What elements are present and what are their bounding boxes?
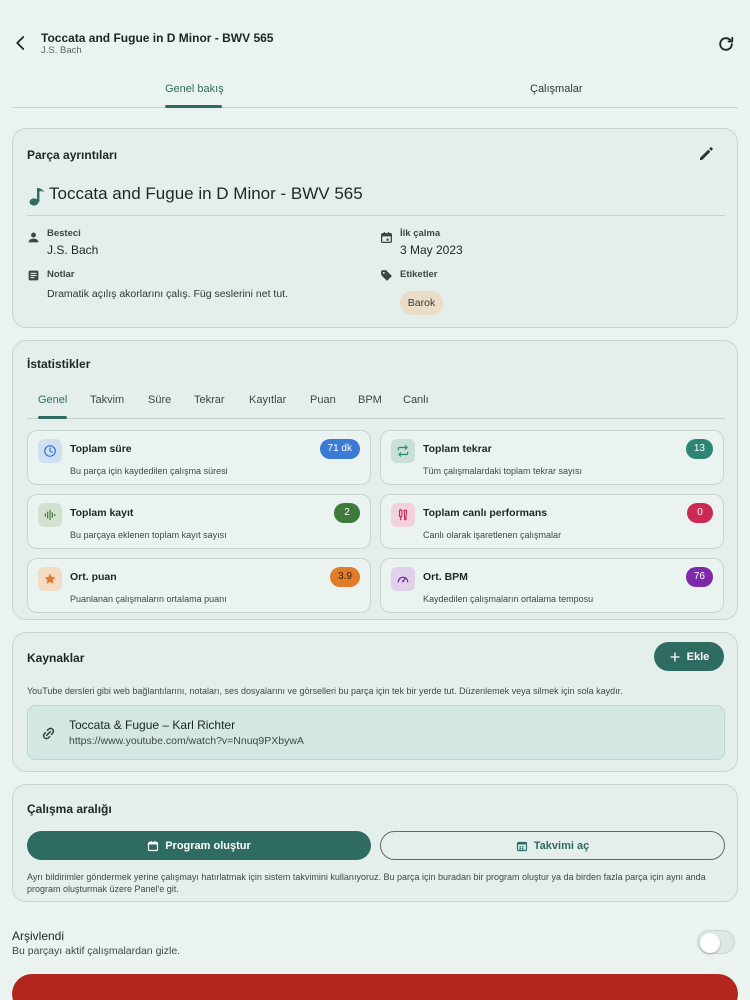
stat-total-repeat[interactable]: Toplam tekrar Tüm çalışmalardaki toplam … bbox=[380, 430, 724, 485]
refresh-icon[interactable] bbox=[716, 34, 736, 54]
resources-description: YouTube dersleri gibi web bağlantılarını… bbox=[27, 686, 623, 696]
music-note-icon bbox=[27, 185, 47, 207]
plus-icon bbox=[669, 651, 681, 663]
stat-desc: Tüm çalışmalardaki toplam tekrar sayısı bbox=[423, 466, 583, 476]
stat-title: Ort. BPM bbox=[423, 571, 468, 583]
stat-badge: 71 dk bbox=[319, 439, 360, 459]
link-icon bbox=[40, 725, 57, 742]
person-icon bbox=[27, 231, 40, 244]
stat-badge: 0 bbox=[687, 503, 713, 523]
tag-icon bbox=[380, 269, 393, 282]
stat-desc: Bu parça için kaydedilen çalışma süresi bbox=[70, 466, 228, 476]
archive-description: Bu parçayı aktif çalışmalardan gizle. bbox=[12, 945, 181, 957]
stats-tabs: Genel Takvim Süre Tekrar Kayıtlar Puan B… bbox=[27, 393, 725, 419]
toggle-knob bbox=[700, 932, 720, 953]
stat-total-recordings[interactable]: Toplam kayıt Bu parçaya eklenen toplam k… bbox=[27, 494, 371, 549]
composer-value: J.S. Bach bbox=[47, 243, 99, 257]
clock-icon bbox=[38, 439, 62, 463]
add-resource-label: Ekle bbox=[686, 650, 710, 663]
speedometer-icon bbox=[391, 567, 415, 591]
page-title: Toccata and Fugue in D Minor - BWV 565 bbox=[41, 31, 274, 45]
divider bbox=[27, 215, 725, 216]
star-icon bbox=[38, 567, 62, 591]
open-calendar-button[interactable]: Takvimi aç bbox=[380, 831, 725, 860]
stats-tab-rating[interactable]: Puan bbox=[310, 394, 336, 406]
notes-value: Dramatik açılış akorlarını çalış. Füg se… bbox=[47, 288, 289, 300]
stats-tab-repeat[interactable]: Tekrar bbox=[194, 394, 225, 406]
piece-title: Toccata and Fugue in D Minor - BWV 565 bbox=[49, 184, 363, 203]
archive-toggle[interactable] bbox=[697, 930, 735, 954]
details-card: Parça ayrıntıları Toccata and Fugue in D… bbox=[12, 128, 738, 328]
stats-tab-bpm[interactable]: BPM bbox=[358, 394, 382, 406]
stats-tab-calendar[interactable]: Takvim bbox=[90, 394, 124, 406]
stat-badge: 76 bbox=[685, 567, 713, 587]
tab-sessions[interactable]: Çalışmalar bbox=[530, 83, 583, 95]
audio-wave-icon bbox=[38, 503, 62, 527]
tag-chip[interactable]: Barok bbox=[400, 291, 443, 315]
practice-card: Çalışma aralığı Program oluştur Takvimi … bbox=[12, 784, 738, 902]
first-play-value: 3 May 2023 bbox=[400, 243, 463, 257]
stat-badge: 13 bbox=[685, 439, 713, 459]
resources-card: Kaynaklar Ekle YouTube dersleri gibi web… bbox=[12, 632, 738, 772]
stat-total-live[interactable]: Toplam canlı performans Canlı olarak işa… bbox=[380, 494, 724, 549]
stat-total-duration[interactable]: Toplam süre Bu parça için kaydedilen çal… bbox=[27, 430, 371, 485]
composer-label: Besteci bbox=[47, 228, 81, 239]
back-icon[interactable] bbox=[12, 34, 30, 52]
stat-avg-rating[interactable]: Ort. puan Puanlanan çalışmaların ortalam… bbox=[27, 558, 371, 613]
page-subtitle: J.S. Bach bbox=[41, 45, 82, 56]
tab-overview[interactable]: Genel bakış bbox=[165, 83, 224, 95]
tab-indicator bbox=[165, 105, 222, 108]
stat-desc: Canlı olarak işaretlenen çalışmalar bbox=[423, 530, 562, 540]
stat-desc: Bu parçaya eklenen toplam kayıt sayısı bbox=[70, 530, 227, 540]
delete-button[interactable] bbox=[12, 974, 738, 1000]
stats-tab-live[interactable]: Canlı bbox=[403, 394, 429, 406]
practice-description: Ayrı bildirimler göndermek yerine çalışm… bbox=[27, 872, 706, 894]
repeat-icon bbox=[391, 439, 415, 463]
tags-label: Etiketler bbox=[400, 269, 438, 280]
practice-heading: Çalışma aralığı bbox=[27, 802, 112, 816]
calendar-month-icon bbox=[516, 840, 528, 852]
edit-icon[interactable] bbox=[697, 145, 715, 163]
stat-title: Toplam canlı performans bbox=[423, 507, 548, 519]
stat-badge: 2 bbox=[334, 503, 360, 523]
main-tabs: Genel bakış Çalışmalar bbox=[12, 80, 738, 108]
create-schedule-label: Program oluştur bbox=[165, 839, 251, 852]
stat-desc: Kaydedilen çalışmaların ortalama temposu bbox=[423, 594, 594, 604]
archive-label: Arşivlendi bbox=[12, 929, 65, 943]
resource-item[interactable]: Toccata & Fugue – Karl Richter https://w… bbox=[27, 705, 725, 760]
add-resource-button[interactable]: Ekle bbox=[654, 642, 724, 671]
open-calendar-label: Takvimi aç bbox=[533, 839, 590, 852]
notes-label: Notlar bbox=[47, 269, 75, 280]
stat-title: Toplam süre bbox=[70, 443, 132, 455]
resource-title: Toccata & Fugue – Karl Richter bbox=[69, 718, 236, 732]
microphone-icon bbox=[391, 503, 415, 527]
stats-tab-duration[interactable]: Süre bbox=[148, 394, 171, 406]
calendar-add-icon bbox=[147, 840, 159, 852]
stat-badge: 3.9 bbox=[330, 567, 360, 587]
notes-icon bbox=[27, 269, 40, 282]
resource-url: https://www.youtube.com/watch?v=Nnuq9PXb… bbox=[69, 735, 304, 747]
resources-heading: Kaynaklar bbox=[27, 651, 85, 665]
stat-avg-bpm[interactable]: Ort. BPM Kaydedilen çalışmaların ortalam… bbox=[380, 558, 724, 613]
stats-card: İstatistikler Genel Takvim Süre Tekrar K… bbox=[12, 340, 738, 620]
stats-tab-indicator bbox=[38, 416, 67, 419]
create-schedule-button[interactable]: Program oluştur bbox=[27, 831, 371, 860]
first-play-label: İlk çalma bbox=[400, 228, 441, 239]
stats-heading: İstatistikler bbox=[27, 357, 91, 371]
stat-title: Toplam kayıt bbox=[70, 507, 134, 519]
stats-tab-general[interactable]: Genel bbox=[38, 394, 67, 406]
details-heading: Parça ayrıntıları bbox=[27, 148, 118, 162]
stat-desc: Puanlanan çalışmaların ortalama puanı bbox=[70, 594, 227, 604]
calendar-icon bbox=[380, 231, 393, 244]
stats-tab-recordings[interactable]: Kayıtlar bbox=[249, 394, 286, 406]
stat-title: Toplam tekrar bbox=[423, 443, 492, 455]
stat-title: Ort. puan bbox=[70, 571, 117, 583]
